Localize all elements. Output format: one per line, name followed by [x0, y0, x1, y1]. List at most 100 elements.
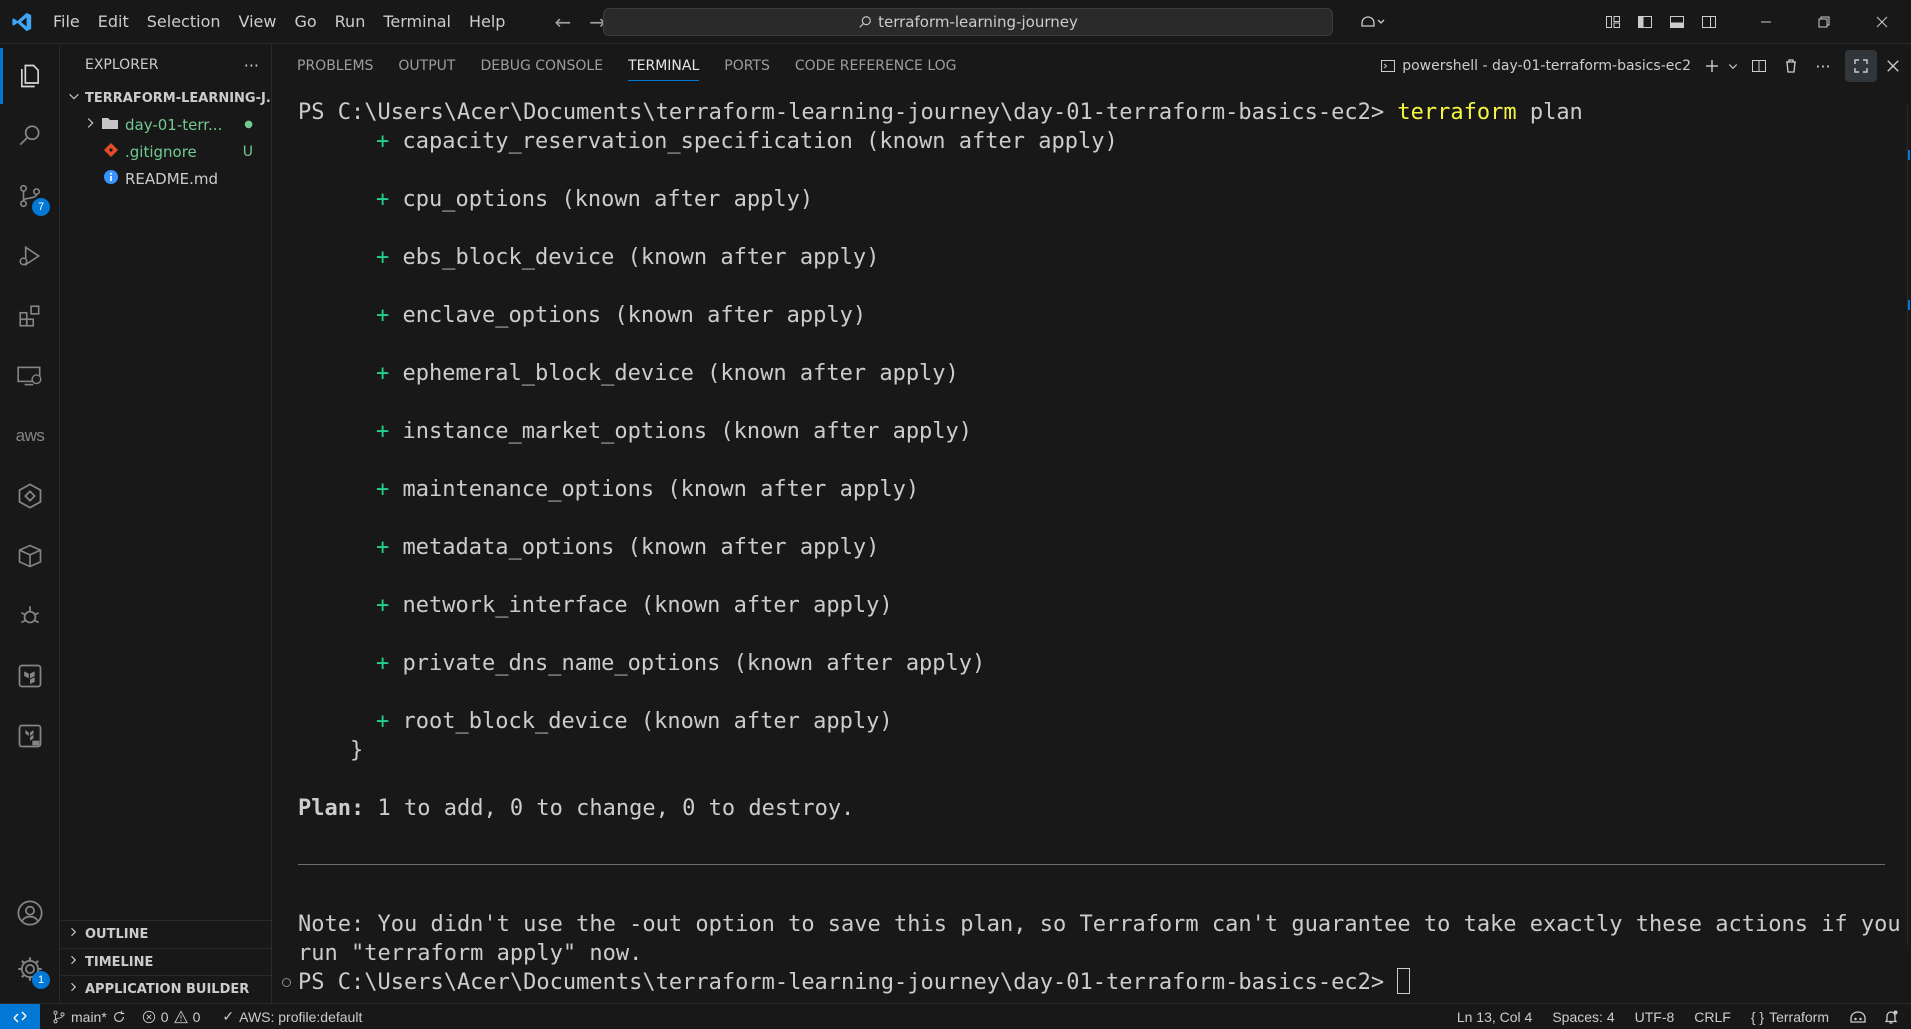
command-decoration-dot[interactable] — [282, 978, 291, 987]
menu-help[interactable]: Help — [460, 0, 514, 44]
menu-terminal[interactable]: Terminal — [374, 0, 460, 44]
extensions-icon[interactable] — [0, 288, 60, 344]
eol-status[interactable]: CRLF — [1684, 1004, 1741, 1029]
tab-code-reference-log[interactable]: CODE REFERENCE LOG — [795, 45, 957, 87]
aws-profile-status[interactable]: ✓ AWS: profile:default — [214, 1004, 370, 1029]
language-mode[interactable]: { } Terraform — [1741, 1004, 1839, 1029]
account-icon[interactable] — [0, 885, 60, 941]
indentation-status[interactable]: Spaces: 4 — [1542, 1004, 1624, 1029]
tree-item-file[interactable]: README.md — [61, 165, 271, 192]
error-count: 0 — [160, 1008, 169, 1025]
notifications-bell-icon[interactable] — [1877, 1004, 1911, 1029]
trash-icon[interactable] — [1775, 50, 1807, 82]
explorer-icon[interactable] — [0, 48, 60, 104]
command-args: plan — [1516, 100, 1583, 125]
run-debug-icon[interactable] — [0, 228, 60, 284]
source-control-icon[interactable]: 7 — [0, 168, 60, 224]
remote-indicator-icon[interactable] — [0, 1003, 40, 1029]
tree-item-folder[interactable]: day-01-terr... ● — [61, 111, 271, 138]
gear-bug-icon[interactable] — [0, 588, 60, 644]
toggle-panel-icon[interactable] — [1661, 0, 1693, 44]
tab-output[interactable]: OUTPUT — [398, 45, 455, 87]
plan-attribute-line: + network_interface (known after apply) — [376, 593, 893, 618]
minimize-icon[interactable] — [1737, 0, 1795, 44]
terraform-cloud-icon[interactable] — [0, 708, 60, 764]
remote-explorer-icon[interactable] — [0, 348, 60, 404]
terminal-shell-selector[interactable]: powershell - day-01-terraform-basics-ec2 — [1380, 58, 1691, 74]
new-terminal-plus-icon[interactable] — [1701, 50, 1723, 82]
plan-attribute-line: + instance_market_options (known after a… — [376, 419, 973, 444]
restore-icon[interactable] — [1795, 0, 1853, 44]
back-arrow-icon[interactable]: ← — [554, 10, 571, 34]
chevron-right-icon — [67, 926, 79, 942]
chevron-down-icon[interactable] — [1723, 50, 1743, 82]
git-modified-dot: ● — [244, 119, 253, 130]
braces-icon: { } — [1750, 1009, 1765, 1025]
workspace-root-label: TERRAFORM-LEARNING-J... — [85, 90, 271, 106]
error-icon — [142, 1010, 155, 1023]
git-file-icon — [103, 142, 119, 162]
separator-line — [298, 864, 1885, 865]
tree-item-label: .gitignore — [125, 142, 197, 161]
search-icon[interactable] — [0, 108, 60, 164]
close-panel-icon[interactable] — [1877, 50, 1909, 82]
workspace-root[interactable]: TERRAFORM-LEARNING-J... — [61, 85, 271, 111]
aws-toolkit-icon[interactable]: aws — [0, 408, 60, 464]
encoding-status[interactable]: UTF-8 — [1625, 1004, 1685, 1029]
more-actions-icon[interactable]: ··· — [244, 56, 259, 75]
plan-attribute-line: + ephemeral_block_device (known after ap… — [376, 361, 959, 386]
branch-name: main* — [71, 1008, 107, 1025]
chevron-right-icon — [83, 116, 97, 134]
application-builder-section[interactable]: APPLICATION BUILDER — [61, 975, 272, 1002]
warning-count: 0 — [192, 1008, 201, 1025]
terraform-icon[interactable] — [0, 648, 60, 704]
title-bar: File Edit Selection View Go Run Terminal… — [0, 0, 1911, 44]
tab-problems[interactable]: PROBLEMS — [297, 45, 373, 87]
explorer-sidebar: EXPLORER ··· TERRAFORM-LEARNING-J... day… — [61, 45, 272, 1003]
search-icon — [859, 16, 871, 28]
note-line-1: Note: You didn't use the -out option to … — [298, 912, 1901, 937]
hexagon-extension-icon[interactable] — [0, 468, 60, 524]
menu-selection[interactable]: Selection — [138, 0, 230, 44]
copilot-status-icon[interactable] — [1839, 1004, 1877, 1029]
search-text: terraform-learning-journey — [878, 13, 1078, 31]
menu-bar: File Edit Selection View Go Run Terminal… — [44, 0, 514, 44]
prompt-text: PS C:\Users\Acer\Documents\terraform-lea… — [298, 100, 1398, 125]
package-cube-icon[interactable] — [0, 528, 60, 584]
menu-go[interactable]: Go — [285, 0, 325, 44]
tab-terminal[interactable]: TERMINAL — [628, 45, 700, 87]
git-branch-status[interactable]: main* — [44, 1004, 134, 1029]
cursor-position[interactable]: Ln 13, Col 4 — [1447, 1004, 1543, 1029]
more-actions-icon[interactable]: ··· — [1807, 50, 1839, 82]
menu-edit[interactable]: Edit — [89, 0, 138, 44]
close-window-icon[interactable] — [1853, 0, 1911, 44]
customize-layout-icon[interactable] — [1597, 0, 1629, 44]
timeline-section[interactable]: TIMELINE — [61, 948, 272, 975]
chevron-right-icon — [67, 954, 79, 970]
terminal-output[interactable]: PS C:\Users\Acer\Documents\terraform-lea… — [282, 98, 1901, 1003]
tree-item-file[interactable]: .gitignore U — [61, 138, 271, 165]
tree-item-label: README.md — [125, 169, 219, 188]
sync-icon[interactable] — [112, 1010, 126, 1024]
toggle-secondary-sidebar-icon[interactable] — [1693, 0, 1725, 44]
manage-gear-icon[interactable]: 1 — [0, 941, 60, 997]
outline-section[interactable]: OUTLINE — [61, 920, 272, 947]
menu-view[interactable]: View — [230, 0, 286, 44]
problems-status[interactable]: 0 0 — [134, 1004, 209, 1029]
plan-attribute-line: + enclave_options (known after apply) — [376, 303, 867, 328]
copilot-icon[interactable] — [1347, 0, 1397, 44]
menu-run[interactable]: Run — [326, 0, 375, 44]
maximize-panel-icon[interactable] — [1845, 50, 1877, 82]
tab-ports[interactable]: PORTS — [724, 45, 770, 87]
plan-attribute-line: + ebs_block_device (known after apply) — [376, 245, 880, 270]
toggle-primary-sidebar-icon[interactable] — [1629, 0, 1661, 44]
aws-profile-label: AWS: profile:default — [239, 1008, 363, 1025]
command-center-search[interactable]: terraform-learning-journey — [603, 8, 1333, 36]
git-branch-icon — [53, 1010, 65, 1023]
split-terminal-icon[interactable] — [1743, 50, 1775, 82]
chevron-down-icon — [67, 89, 81, 107]
scm-badge: 7 — [32, 198, 50, 216]
menu-file[interactable]: File — [44, 0, 89, 44]
tab-debug-console[interactable]: DEBUG CONSOLE — [480, 45, 603, 87]
plan-attribute-line: + root_block_device (known after apply) — [376, 709, 893, 734]
